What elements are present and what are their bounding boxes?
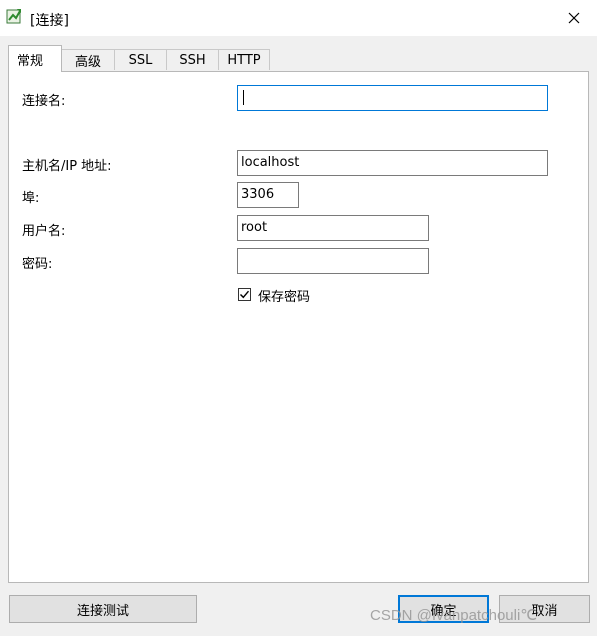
host-value: localhost: [241, 155, 300, 170]
port-label: 埠:: [22, 191, 40, 206]
tab-ssh-label: SSH: [179, 52, 206, 68]
checkmark-icon: [240, 290, 250, 299]
port-value: 3306: [241, 187, 275, 202]
tab-http[interactable]: HTTP: [218, 49, 270, 70]
username-label: 用户名:: [22, 224, 66, 239]
tab-advanced-label: 高级: [74, 54, 101, 70]
tab-ssl-label: SSL: [128, 52, 153, 68]
tab-general[interactable]: 常规: [8, 45, 62, 72]
watermark-text: CSDN @Ivanpatchouli℃: [370, 607, 538, 624]
host-label: 主机名/IP 地址:: [22, 159, 112, 174]
password-input[interactable]: [237, 248, 429, 274]
window-title: [连接]: [30, 13, 69, 29]
tab-ssl[interactable]: SSL: [114, 49, 167, 70]
connection-name-input[interactable]: [237, 85, 548, 111]
port-input[interactable]: 3306: [237, 182, 299, 208]
text-caret: [243, 90, 244, 105]
username-value: root: [241, 220, 268, 235]
test-connection-button[interactable]: 连接测试: [9, 595, 197, 623]
general-panel: [8, 71, 589, 583]
connection-name-label: 连接名:: [22, 94, 66, 109]
tab-advanced[interactable]: 高级: [61, 49, 115, 70]
tab-http-label: HTTP: [227, 52, 261, 68]
save-password-label: 保存密码: [258, 290, 311, 305]
password-label: 密码:: [22, 257, 53, 272]
tab-ssh[interactable]: SSH: [166, 49, 219, 70]
username-input[interactable]: root: [237, 215, 429, 241]
close-icon: [568, 12, 580, 24]
title-bar: [连接]: [0, 0, 597, 36]
connection-icon: [6, 8, 22, 24]
save-password-checkbox[interactable]: [238, 288, 251, 301]
tab-general-label: 常规: [17, 53, 44, 69]
host-input[interactable]: localhost: [237, 150, 548, 176]
close-button[interactable]: [551, 0, 597, 36]
